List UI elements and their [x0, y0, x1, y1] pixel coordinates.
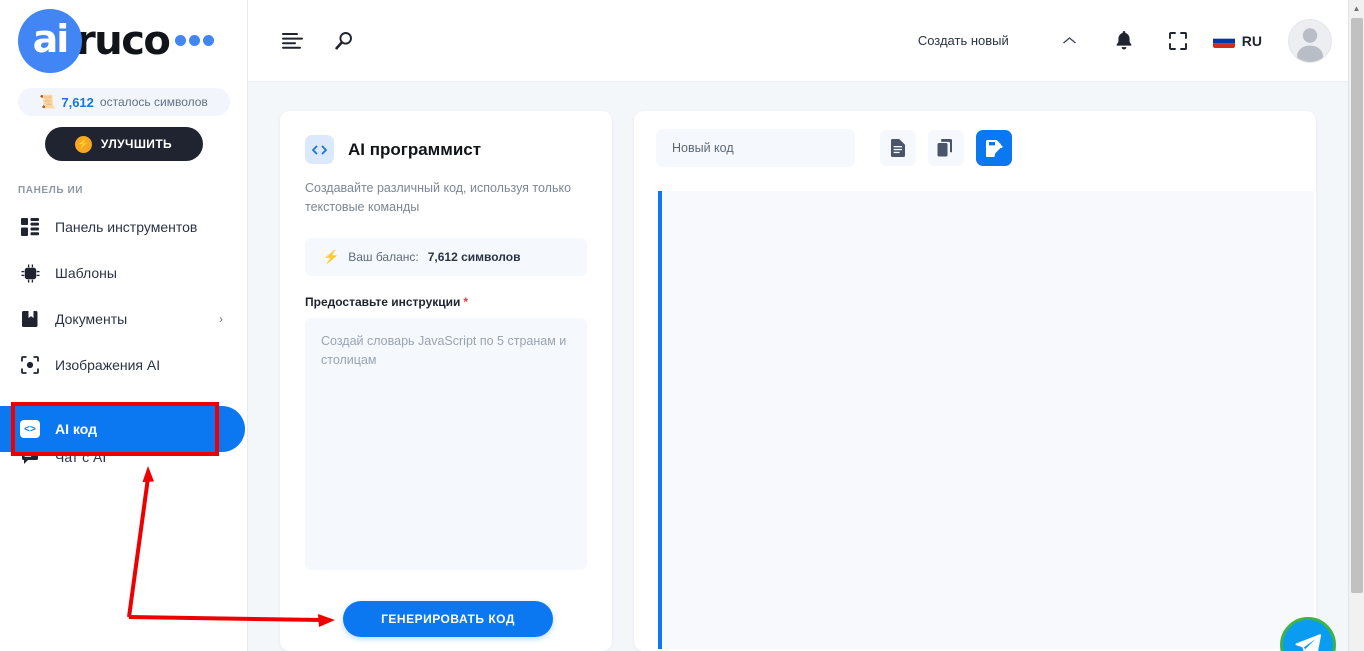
ai-chip-icon	[18, 261, 42, 285]
chevron-up-icon[interactable]	[1051, 22, 1089, 60]
credits-badge: 📜 7,612 осталось символов	[17, 88, 230, 116]
image-ai-icon	[18, 353, 42, 377]
instructions-label-text: Предоставьте инструкции	[305, 294, 461, 309]
avatar[interactable]	[1288, 18, 1332, 63]
save-edit-icon[interactable]	[976, 130, 1012, 166]
nav-section-title: ПАНЕЛЬ ИИ	[18, 185, 84, 196]
app-root: ai ruco 📜 7,612 осталось символов ⚡ УЛУЧ…	[0, 0, 1364, 651]
instructions-label: Предоставьте инструкции *	[305, 295, 587, 309]
documents-icon	[18, 307, 42, 331]
logo[interactable]: ai ruco	[0, 0, 247, 82]
code-icon: <>	[18, 417, 42, 441]
logo-ai-text: ai	[32, 17, 70, 61]
scroll-icon: 📜	[39, 94, 56, 109]
document-icon[interactable]	[880, 130, 916, 166]
russia-flag	[1212, 33, 1235, 48]
card-description: Создавайте различный код, используя толь…	[305, 181, 572, 215]
page-title: AI программист	[348, 139, 482, 159]
code-output-area[interactable]	[658, 191, 1314, 649]
code-name-input[interactable]	[656, 129, 855, 167]
logo-word: ruco	[76, 18, 171, 64]
sidebar-item-ai-code[interactable]: <> AI код	[0, 406, 245, 452]
balance-value: 7,612 символов	[427, 249, 521, 264]
fullscreen-icon[interactable]	[1159, 22, 1197, 60]
sidebar-item-label: Изображения AI	[55, 357, 161, 373]
copy-icon[interactable]	[928, 130, 964, 166]
sidebar-item-label: Документы	[55, 311, 128, 327]
hamburger-icon[interactable]	[273, 22, 311, 60]
logo-dots-icon	[172, 34, 215, 46]
balance-box: ⚡ Ваш баланс: 7,612 символов	[305, 237, 587, 276]
balance-prefix: Ваш баланс:	[348, 249, 419, 264]
dashboard-icon	[18, 215, 42, 239]
chevron-right-icon: ›	[219, 312, 223, 326]
bell-icon[interactable]	[1105, 22, 1143, 60]
upgrade-button-label: УЛУЧШИТЬ	[100, 137, 173, 151]
bolt-icon: ⚡	[74, 135, 92, 153]
top-header: Создать новый RU	[248, 0, 1348, 82]
sidebar: ai ruco 📜 7,612 осталось символов ⚡ УЛУЧ…	[0, 0, 248, 651]
sidebar-item-label: Шаблоны	[55, 265, 117, 281]
instructions-textarea[interactable]	[305, 317, 587, 570]
language-code: RU	[1241, 32, 1262, 49]
language-selector[interactable]: RU	[1212, 32, 1262, 49]
sidebar-item-templates[interactable]: Шаблоны	[0, 250, 247, 296]
code-icon	[305, 135, 334, 164]
bolt-icon: ⚡	[323, 248, 340, 264]
sidebar-item-label: Панель инструментов	[55, 219, 198, 235]
search-icon[interactable]	[325, 22, 363, 60]
credits-amount: 7,612	[61, 94, 94, 110]
sidebar-item-documents[interactable]: Документы ›	[0, 296, 247, 342]
page-scrollbar[interactable]: ▲	[1348, 0, 1364, 651]
scroll-up-arrow-icon[interactable]: ▲	[1349, 0, 1364, 16]
logo-circle-icon: ai	[18, 9, 82, 73]
code-output-card	[634, 111, 1316, 651]
ai-programmer-card: AI программист Создавайте различный код,…	[280, 111, 612, 651]
create-new-button[interactable]: Создать новый	[918, 33, 1009, 48]
upgrade-button[interactable]: ⚡ УЛУЧШИТЬ	[44, 127, 203, 161]
sidebar-item-dashboard[interactable]: Панель инструментов	[0, 204, 247, 250]
scrollbar-thumb[interactable]	[1351, 18, 1363, 593]
sidebar-item-label: AI код	[55, 421, 97, 437]
generate-code-button[interactable]: ГЕНЕРИРОВАТЬ КОД	[343, 600, 553, 637]
required-mark: *	[463, 294, 469, 309]
credits-label: осталось символов	[99, 95, 208, 109]
sidebar-item-ai-images[interactable]: Изображения AI	[0, 342, 247, 388]
